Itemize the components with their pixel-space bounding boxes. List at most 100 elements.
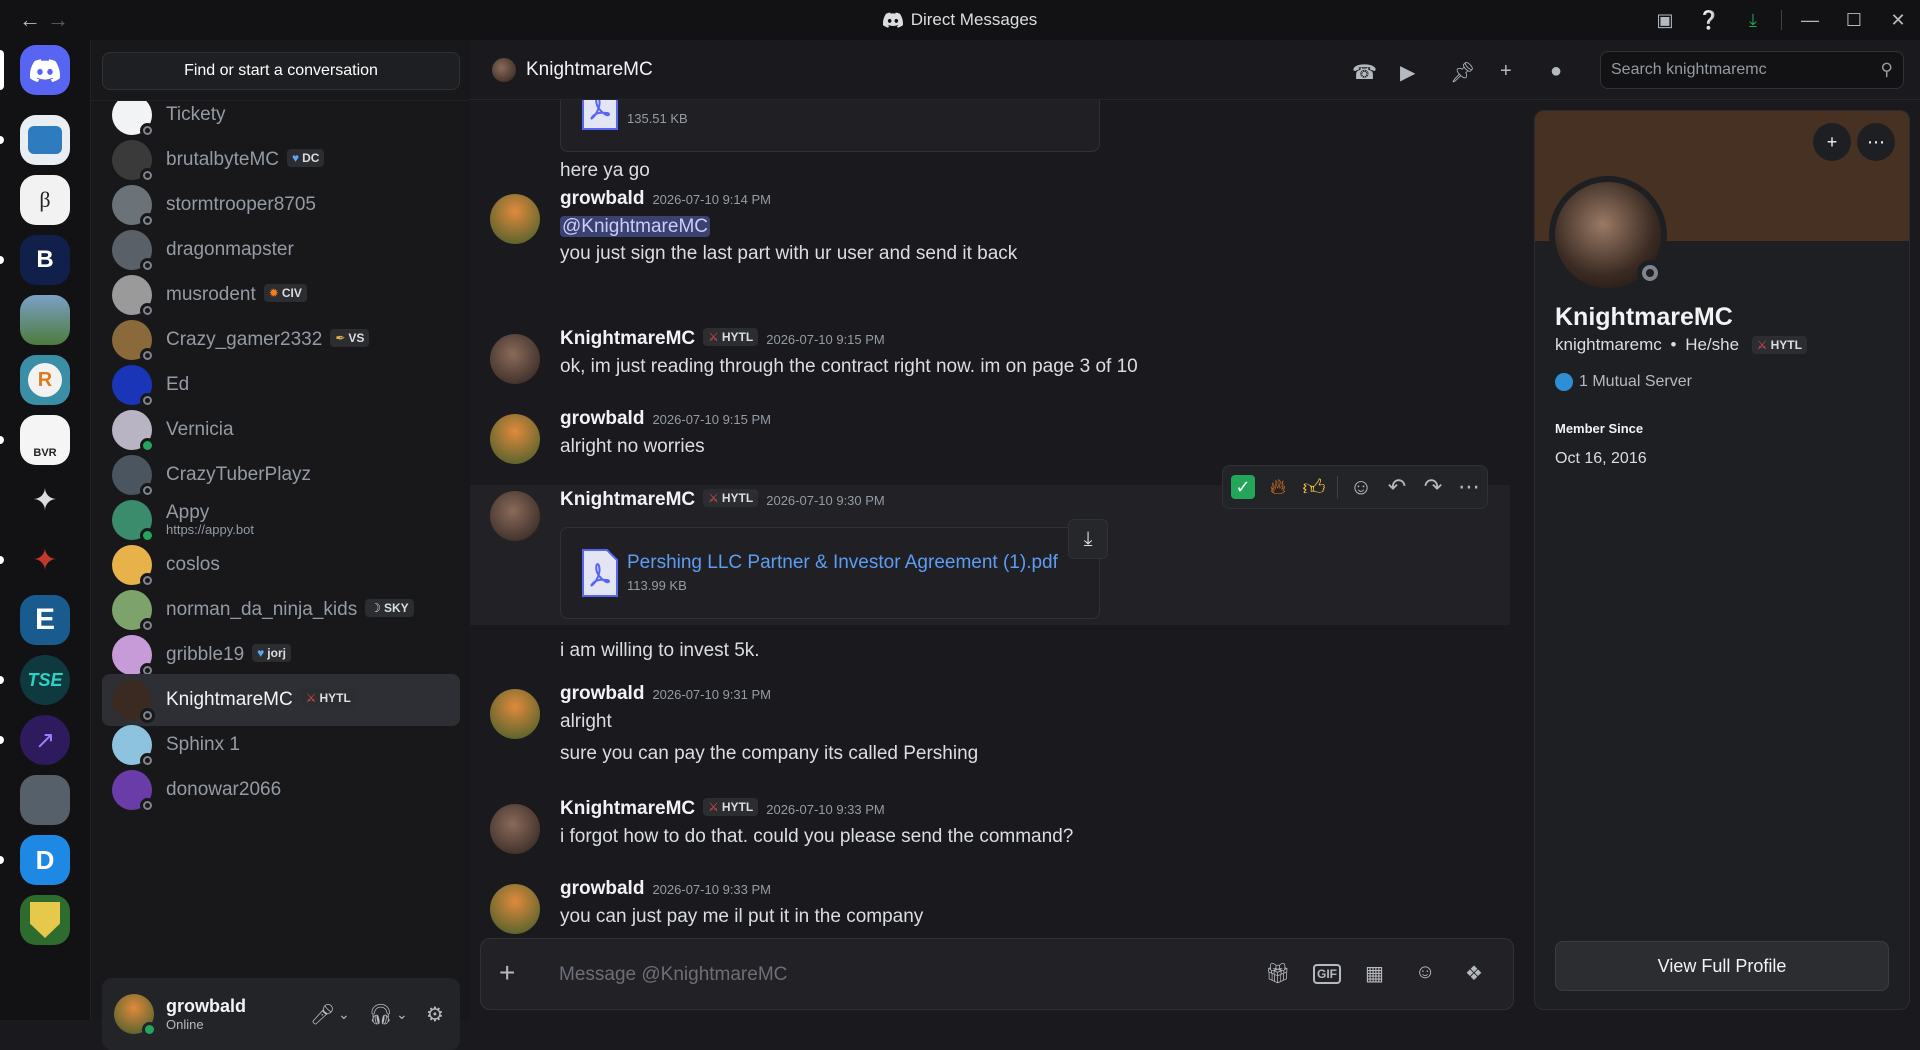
online-status-icon xyxy=(145,1025,154,1034)
home-button[interactable] xyxy=(20,45,70,95)
server-rail: β B R BVR ✦ ✦ E TSE ↗ D xyxy=(0,40,90,1020)
message-input[interactable]: Message @KnightmareMC xyxy=(559,964,787,986)
find-conversation-button[interactable]: Find or start a conversation xyxy=(102,52,460,90)
search-input[interactable]: Search knightmaremc ⚲ xyxy=(1600,51,1904,89)
more-button[interactable]: ⋯ xyxy=(1857,123,1895,161)
more-options-icon: ⋯ xyxy=(1867,131,1885,152)
author-name[interactable]: KnightmareMC xyxy=(560,798,695,819)
author-avatar[interactable] xyxy=(490,491,540,541)
forward-icon[interactable]: ↷ xyxy=(1420,474,1446,500)
more-options-icon[interactable]: ⋯ xyxy=(1456,474,1482,500)
dm-avatar xyxy=(112,230,155,273)
voice-call-icon[interactable]: ☎ xyxy=(1352,60,1377,85)
author-avatar[interactable] xyxy=(490,884,540,934)
user-mention[interactable]: @KnightmareMC xyxy=(560,216,710,237)
message-text: alright no worries xyxy=(560,436,705,457)
author-name[interactable]: growbald xyxy=(560,878,644,899)
close-icon[interactable]: ✕ xyxy=(1876,0,1920,40)
selected-indicator xyxy=(0,50,4,90)
message-text: you can just pay me il put it in the com… xyxy=(560,906,924,927)
server-icon[interactable]: ✦ xyxy=(20,535,70,585)
server-icon[interactable]: TSE xyxy=(20,655,70,705)
server-icon[interactable]: R xyxy=(20,355,70,405)
gift-icon[interactable]: 🎁︎ xyxy=(1265,961,1290,986)
message-composer: + Message @KnightmareMC 🎁︎ GIF ▦ ☺ ❖ xyxy=(480,938,1514,1010)
server-icon[interactable]: ↗ xyxy=(20,715,70,765)
pin-icon[interactable]: 📌︎ xyxy=(1450,60,1475,85)
server-icon[interactable]: β xyxy=(20,175,70,225)
profile-display-name: KnightmareMC xyxy=(1555,303,1733,331)
user-avatar[interactable] xyxy=(114,994,157,1037)
dm-name: Ed xyxy=(166,374,190,395)
author-name[interactable]: KnightmareMC xyxy=(560,328,695,349)
author-avatar[interactable] xyxy=(490,414,540,464)
settings-gear-icon[interactable]: ⚙ xyxy=(426,1002,444,1027)
dm-avatar xyxy=(112,590,155,633)
add-friends-icon[interactable]: + xyxy=(1500,60,1512,83)
help-icon[interactable]: ❔ xyxy=(1687,0,1731,40)
dm-item[interactable]: donowar2066 xyxy=(102,764,460,816)
sword-icon: ⚔ xyxy=(1756,338,1768,352)
gif-icon[interactable]: GIF xyxy=(1313,964,1341,984)
thumbs-up-reaction-button[interactable]: 👍︎ xyxy=(1301,474,1327,501)
dm-subtitle: https://appy.bot xyxy=(166,521,254,537)
author-avatar[interactable] xyxy=(490,194,540,244)
white-check-mark-reaction-button[interactable]: ✓ xyxy=(1231,475,1255,499)
author-avatar[interactable] xyxy=(490,334,540,384)
sword-icon: ⚔ xyxy=(708,800,719,814)
server-icon[interactable] xyxy=(20,775,70,825)
timestamp: 2026-07-10 9:14 PM xyxy=(652,192,771,207)
file-attachment[interactable]: 135.51 KB xyxy=(560,100,1100,152)
download-icon[interactable]: ⤓ xyxy=(1731,0,1775,40)
server-icon[interactable]: E xyxy=(20,595,70,645)
inbox-icon[interactable]: ▣ xyxy=(1643,0,1687,40)
server-icon[interactable] xyxy=(20,295,70,345)
microphone-icon[interactable]: 🎤︎ xyxy=(310,1002,335,1027)
sticker-icon[interactable]: ▦ xyxy=(1365,961,1384,986)
clan-tag: ☽ SKY xyxy=(365,599,414,617)
reply-icon[interactable]: ↶ xyxy=(1384,474,1410,500)
dm-name: Sphinx 1 xyxy=(166,734,240,755)
server-icon[interactable]: ✦ xyxy=(20,475,70,525)
fire-reaction-button[interactable]: 🔥︎ xyxy=(1265,474,1291,500)
author-name[interactable]: growbald xyxy=(560,683,644,704)
author-name[interactable]: KnightmareMC xyxy=(560,489,695,510)
file-name-link[interactable]: Pershing LLC Partner & Investor Agreemen… xyxy=(627,552,1058,574)
download-icon: ⤓ xyxy=(1083,527,1093,550)
profile-avatar[interactable] xyxy=(1549,176,1667,294)
maximize-icon[interactable]: ☐ xyxy=(1832,0,1876,40)
headphones-icon[interactable]: 🎧︎ xyxy=(368,1002,393,1027)
user-profile-icon[interactable]: ● xyxy=(1550,60,1562,83)
download-button[interactable]: ⤓ xyxy=(1068,519,1108,559)
pdf-file-icon xyxy=(582,549,618,597)
author-avatar[interactable] xyxy=(490,804,540,854)
back-arrow-icon[interactable]: ← xyxy=(16,7,44,33)
chevron-down-icon[interactable]: ⌄ xyxy=(338,1006,350,1023)
dm-name: norman_da_ninja_kids ☽ SKY xyxy=(166,599,414,621)
server-icon[interactable] xyxy=(20,115,70,165)
server-icon[interactable]: B xyxy=(20,235,70,285)
emoji-icon[interactable]: ☺ xyxy=(1415,961,1435,984)
chat-header: KnightmareMC ☎ ▶ 📌︎ + ● Search knightmar… xyxy=(470,40,1920,100)
mutual-servers-link[interactable]: 1 Mutual Server xyxy=(1555,373,1692,391)
attach-plus-icon[interactable]: + xyxy=(499,957,515,989)
dm-avatar xyxy=(112,185,155,228)
server-icon[interactable]: BVR xyxy=(20,415,70,465)
author-avatar[interactable] xyxy=(490,689,540,739)
dm-avatar xyxy=(112,725,155,768)
add-reaction-icon[interactable]: ☺ xyxy=(1348,474,1374,500)
author-name[interactable]: growbald xyxy=(560,188,644,209)
forward-arrow-icon[interactable]: → xyxy=(44,7,72,33)
minimize-icon[interactable]: — xyxy=(1788,0,1832,40)
dm-name: musrodent ✹ CIV xyxy=(166,284,307,306)
flame-icon: ✹ xyxy=(268,286,279,300)
view-full-profile-button[interactable]: View Full Profile xyxy=(1555,941,1889,991)
author-name[interactable]: growbald xyxy=(560,408,644,429)
server-icon[interactable] xyxy=(20,895,70,945)
server-icon[interactable]: D xyxy=(20,835,70,885)
video-call-icon[interactable]: ▶ xyxy=(1400,60,1415,85)
add-friend-button[interactable]: + xyxy=(1813,123,1851,161)
chevron-down-icon[interactable]: ⌄ xyxy=(396,1006,408,1023)
apps-icon[interactable]: ❖ xyxy=(1465,961,1483,986)
divider xyxy=(1781,10,1782,30)
